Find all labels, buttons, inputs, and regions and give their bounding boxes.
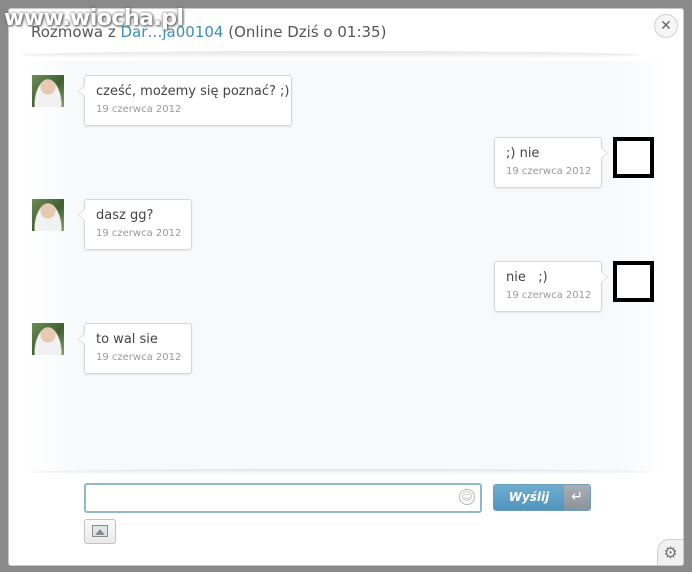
- contact-avatar[interactable]: [32, 199, 64, 231]
- chat-window: Rozmowa z Dar…ja00104 (Online Dziś o 01:…: [8, 8, 684, 566]
- message-date: 19 czerwca 2012: [96, 352, 182, 363]
- composer-divider: [31, 469, 651, 475]
- online-status: (Online Dziś o 01:35): [223, 23, 387, 41]
- message-text: cześć, możemy się poznać? ;): [96, 84, 290, 99]
- header-divider: [21, 51, 641, 59]
- enter-icon[interactable]: ↵: [564, 485, 590, 510]
- send-label[interactable]: Wyślij: [494, 485, 564, 510]
- photo-icon: [92, 525, 108, 537]
- message-input[interactable]: [84, 483, 482, 513]
- smiley-icon[interactable]: ☺: [459, 489, 475, 505]
- watermark-logo: www.wiocha.pl: [4, 6, 184, 31]
- message-bubble: to wal sie 19 czerwca 2012: [78, 323, 192, 374]
- message-date: 19 czerwca 2012: [96, 104, 182, 115]
- contact-avatar[interactable]: [32, 75, 64, 107]
- message-text: to wal sie: [96, 332, 158, 347]
- message-list: cześć, możemy się poznać? ;) 19 czerwca …: [27, 61, 667, 471]
- send-button[interactable]: Wyślij ↵: [493, 484, 591, 511]
- message-bubble: dasz gg? 19 czerwca 2012: [78, 199, 192, 250]
- gear-icon[interactable]: ⚙: [657, 539, 683, 565]
- message-date: 19 czerwca 2012: [96, 228, 182, 239]
- own-avatar[interactable]: [613, 137, 654, 178]
- message-text: ;) nie: [506, 146, 540, 161]
- contact-avatar[interactable]: [32, 323, 64, 355]
- message-bubble: ;) nie 19 czerwca 2012: [494, 137, 608, 188]
- own-avatar[interactable]: [613, 261, 654, 302]
- close-icon[interactable]: ✕: [654, 14, 678, 38]
- message-date: 19 czerwca 2012: [506, 166, 592, 177]
- message-bubble: nie ;) 19 czerwca 2012: [494, 261, 608, 312]
- message-date: 19 czerwca 2012: [506, 290, 592, 301]
- message-bubble: cześć, możemy się poznać? ;) 19 czerwca …: [78, 75, 292, 126]
- photo-button[interactable]: [84, 519, 116, 544]
- message-text: dasz gg?: [96, 208, 154, 223]
- message-text: nie ;): [506, 270, 548, 285]
